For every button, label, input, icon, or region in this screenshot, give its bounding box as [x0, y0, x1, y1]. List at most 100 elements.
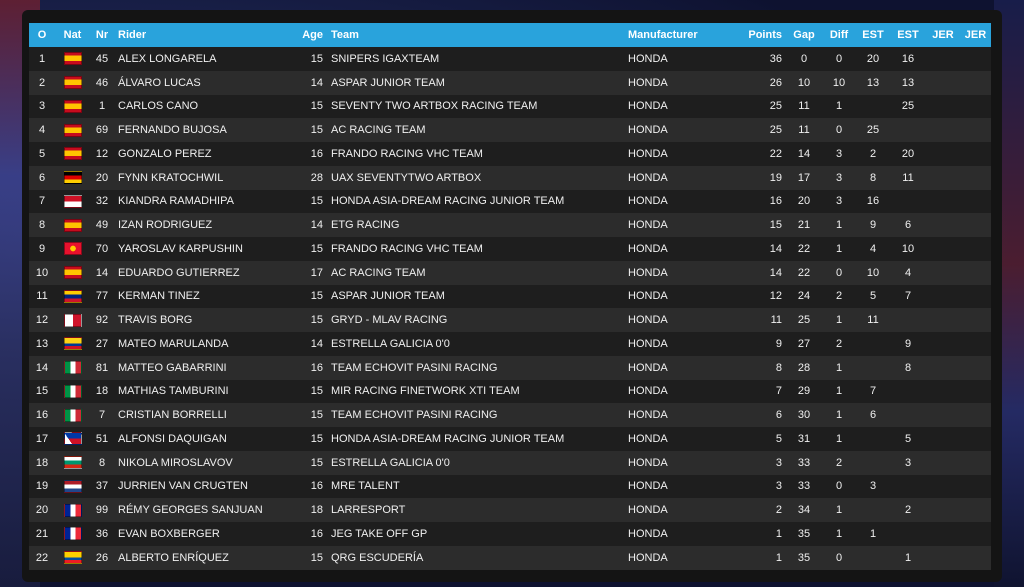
race-est-1-cell: 16: [866, 195, 880, 208]
rider-number-cell: 70: [95, 242, 109, 255]
age-cell: 15: [310, 456, 323, 469]
venezuela-flag: [63, 289, 82, 303]
table-row[interactable]: 6 20 FYNN KRATOCHWIL 28 UAX SEVENTYTWO ARTBO…: [29, 165, 991, 190]
table-row[interactable]: 11 77 KERMAN TINEZ 15 ASPAR JUNIOR TEAM HONDA…: [29, 284, 991, 309]
table-row[interactable]: 8 49 IZAN RODRIGUEZ 14 ETG RACING HONDA 15 21 1 9…: [29, 213, 991, 237]
nationality-cell: [55, 95, 90, 119]
manufacturer-cell: HONDA: [628, 124, 668, 137]
nationality-cell: [55, 190, 90, 214]
rider-number-cell: 27: [95, 337, 109, 350]
manufacturer-cell: HONDA: [628, 219, 668, 232]
position-cell: 16: [35, 409, 49, 422]
diff-cell: 0: [835, 266, 843, 279]
table-row[interactable]: 14 81 MATTEO GABARRINI 16 TEAM ECHOVIT PASIN…: [29, 355, 991, 380]
race-est-2-cell: 3: [904, 456, 912, 469]
table-row[interactable]: 15 18 MATHIAS TAMBURINI 15 MIR RACING FINETW…: [29, 379, 991, 404]
column-header-race-est-2[interactable]: EST: [890, 23, 926, 47]
team-cell: LARRESPORT: [331, 504, 406, 517]
table-row[interactable]: 16 7 CRISTIAN BORRELLI 15 TEAM ECHOVIT PASIN…: [29, 403, 991, 427]
position-cell: 5: [38, 147, 46, 160]
gap-cell: 14: [797, 147, 811, 160]
column-header-age[interactable]: Age: [294, 23, 327, 47]
table-row[interactable]: 18 8 NIKOLA MIROSLAVOV 15 ESTRELLA GALICIA 0…: [29, 450, 991, 475]
column-header-gap[interactable]: Gap: [786, 23, 822, 47]
position-cell: 11: [36, 290, 48, 303]
rider-name-cell: EVAN BOXBERGER: [118, 527, 220, 540]
germany-flag: [63, 171, 82, 185]
column-header-team[interactable]: Team: [327, 23, 624, 47]
race-est-2-cell: [890, 403, 926, 427]
rider-number-cell: 12: [95, 147, 109, 160]
race-jer-1-cell: [926, 308, 960, 332]
race-jer-2-cell: [960, 71, 991, 95]
position-cell: 15: [35, 385, 49, 398]
column-header-number[interactable]: Nr: [90, 23, 114, 47]
rider-number-cell: 7: [98, 409, 106, 422]
race-jer-1-cell: [926, 285, 960, 309]
table-row[interactable]: 12 92 TRAVIS BORG 15 GRYD - MLAV RACING HONDA…: [29, 308, 991, 332]
manufacturer-cell: HONDA: [628, 361, 668, 374]
column-header-manufacturer[interactable]: Manufacturer: [624, 23, 725, 47]
race-jer-1-cell: [926, 47, 960, 71]
age-cell: 15: [310, 432, 323, 445]
table-row[interactable]: 21 36 EVAN BOXBERGER 16 JEG TAKE OFF GP HONDA…: [29, 522, 991, 546]
diff-cell: 1: [835, 219, 843, 232]
age-cell: 16: [310, 480, 323, 493]
race-est-1-cell: [856, 546, 890, 570]
race-jer-2-cell: [960, 475, 991, 499]
column-header-race-jer-2[interactable]: JER: [960, 23, 991, 47]
points-cell: 7: [775, 385, 782, 398]
column-header-rider[interactable]: Rider: [114, 23, 294, 47]
points-cell: 6: [775, 409, 782, 422]
gap-cell: 35: [797, 527, 811, 540]
race-est-1-cell: 11: [867, 314, 879, 327]
column-header-race-jer-1[interactable]: JER: [926, 23, 960, 47]
rider-number-cell: 18: [95, 385, 109, 398]
race-est-2-cell: 5: [904, 432, 912, 445]
table-row[interactable]: 4 69 FERNANDO BUJOSA 15 AC RACING TEAM HONDA 2…: [29, 118, 991, 142]
table-row[interactable]: 13 27 MATEO MARULANDA 14 ESTRELLA GALICIA 0'…: [29, 332, 991, 356]
table-row[interactable]: 9 70 YAROSLAV KARPUSHIN 15 FRANDO RACING VHC…: [29, 237, 991, 261]
column-header-points[interactable]: Points: [725, 23, 786, 47]
table-row[interactable]: 7 32 KIANDRA RAMADHIPA 15 HONDA ASIA-DREAM R…: [29, 189, 991, 214]
team-cell: MIR RACING FINETWORK XTI TEAM: [331, 385, 520, 398]
table-row[interactable]: 5 12 GONZALO PEREZ 16 FRANDO RACING VHC TEAM…: [29, 142, 991, 166]
rider-number-cell: 51: [95, 432, 109, 445]
nationality-cell: [55, 261, 90, 285]
race-est-1-cell: 10: [866, 266, 880, 279]
nationality-cell: [55, 380, 90, 404]
manufacturer-cell: HONDA: [628, 242, 668, 255]
diff-cell: 2: [835, 337, 843, 350]
italy-flag: [63, 361, 82, 375]
column-header-race-est-1[interactable]: EST: [856, 23, 890, 47]
table-row[interactable]: 17 51 ALFONSI DAQUIGAN 15 HONDA ASIA-DREAM R…: [29, 427, 991, 451]
gap-cell: 11: [798, 100, 810, 113]
rider-name-cell: KERMAN TINEZ: [118, 290, 200, 303]
table-row[interactable]: 19 37 JURRIEN VAN CRUGTEN 16 MRE TALENT HONDA…: [29, 474, 991, 499]
age-cell: 16: [310, 361, 323, 374]
spain-flag: [63, 99, 82, 113]
age-cell: 28: [310, 171, 323, 184]
table-row[interactable]: 22 26 ALBERTO ENRÍQUEZ 15 QRG ESCUDERÍA HONDA…: [29, 545, 991, 570]
nationality-cell: [55, 332, 90, 356]
table-row[interactable]: 1 45 ALEX LONGARELA 15 SNIPERS IGAXTEAM HONDA…: [29, 47, 991, 71]
table-row[interactable]: 10 14 EDUARDO GUTIERREZ 17 AC RACING TEAM HON…: [29, 260, 991, 285]
table-row[interactable]: 20 99 RÉMY GEORGES SANJUAN 18 LARRESPORT HOND…: [29, 498, 991, 522]
table-row[interactable]: 2 46 Álvaro Lucas 14 ASPAR JUNIOR TEAM HONDA 2…: [29, 70, 991, 95]
race-est-1-cell: 3: [869, 480, 877, 493]
diff-cell: 3: [835, 195, 843, 208]
column-header-diff[interactable]: Diff: [822, 23, 856, 47]
points-cell: 11: [770, 314, 782, 327]
rider-name-cell: CARLOS CANO: [118, 100, 199, 113]
position-cell: 20: [35, 504, 49, 517]
race-est-2-cell: 11: [902, 171, 914, 184]
diff-cell: 1: [835, 100, 843, 113]
diff-cell: 1: [835, 409, 843, 422]
position-cell: 19: [35, 480, 49, 493]
column-header-position[interactable]: O: [29, 23, 55, 47]
column-header-nationality[interactable]: Nat: [55, 23, 90, 47]
race-jer-1-cell: [926, 237, 960, 261]
table-row[interactable]: 3 1 CARLOS CANO 15 SEVENTY TWO ARTBOX RACING…: [29, 94, 991, 119]
gap-cell: 33: [797, 456, 811, 469]
race-est-2-cell: [890, 475, 926, 499]
